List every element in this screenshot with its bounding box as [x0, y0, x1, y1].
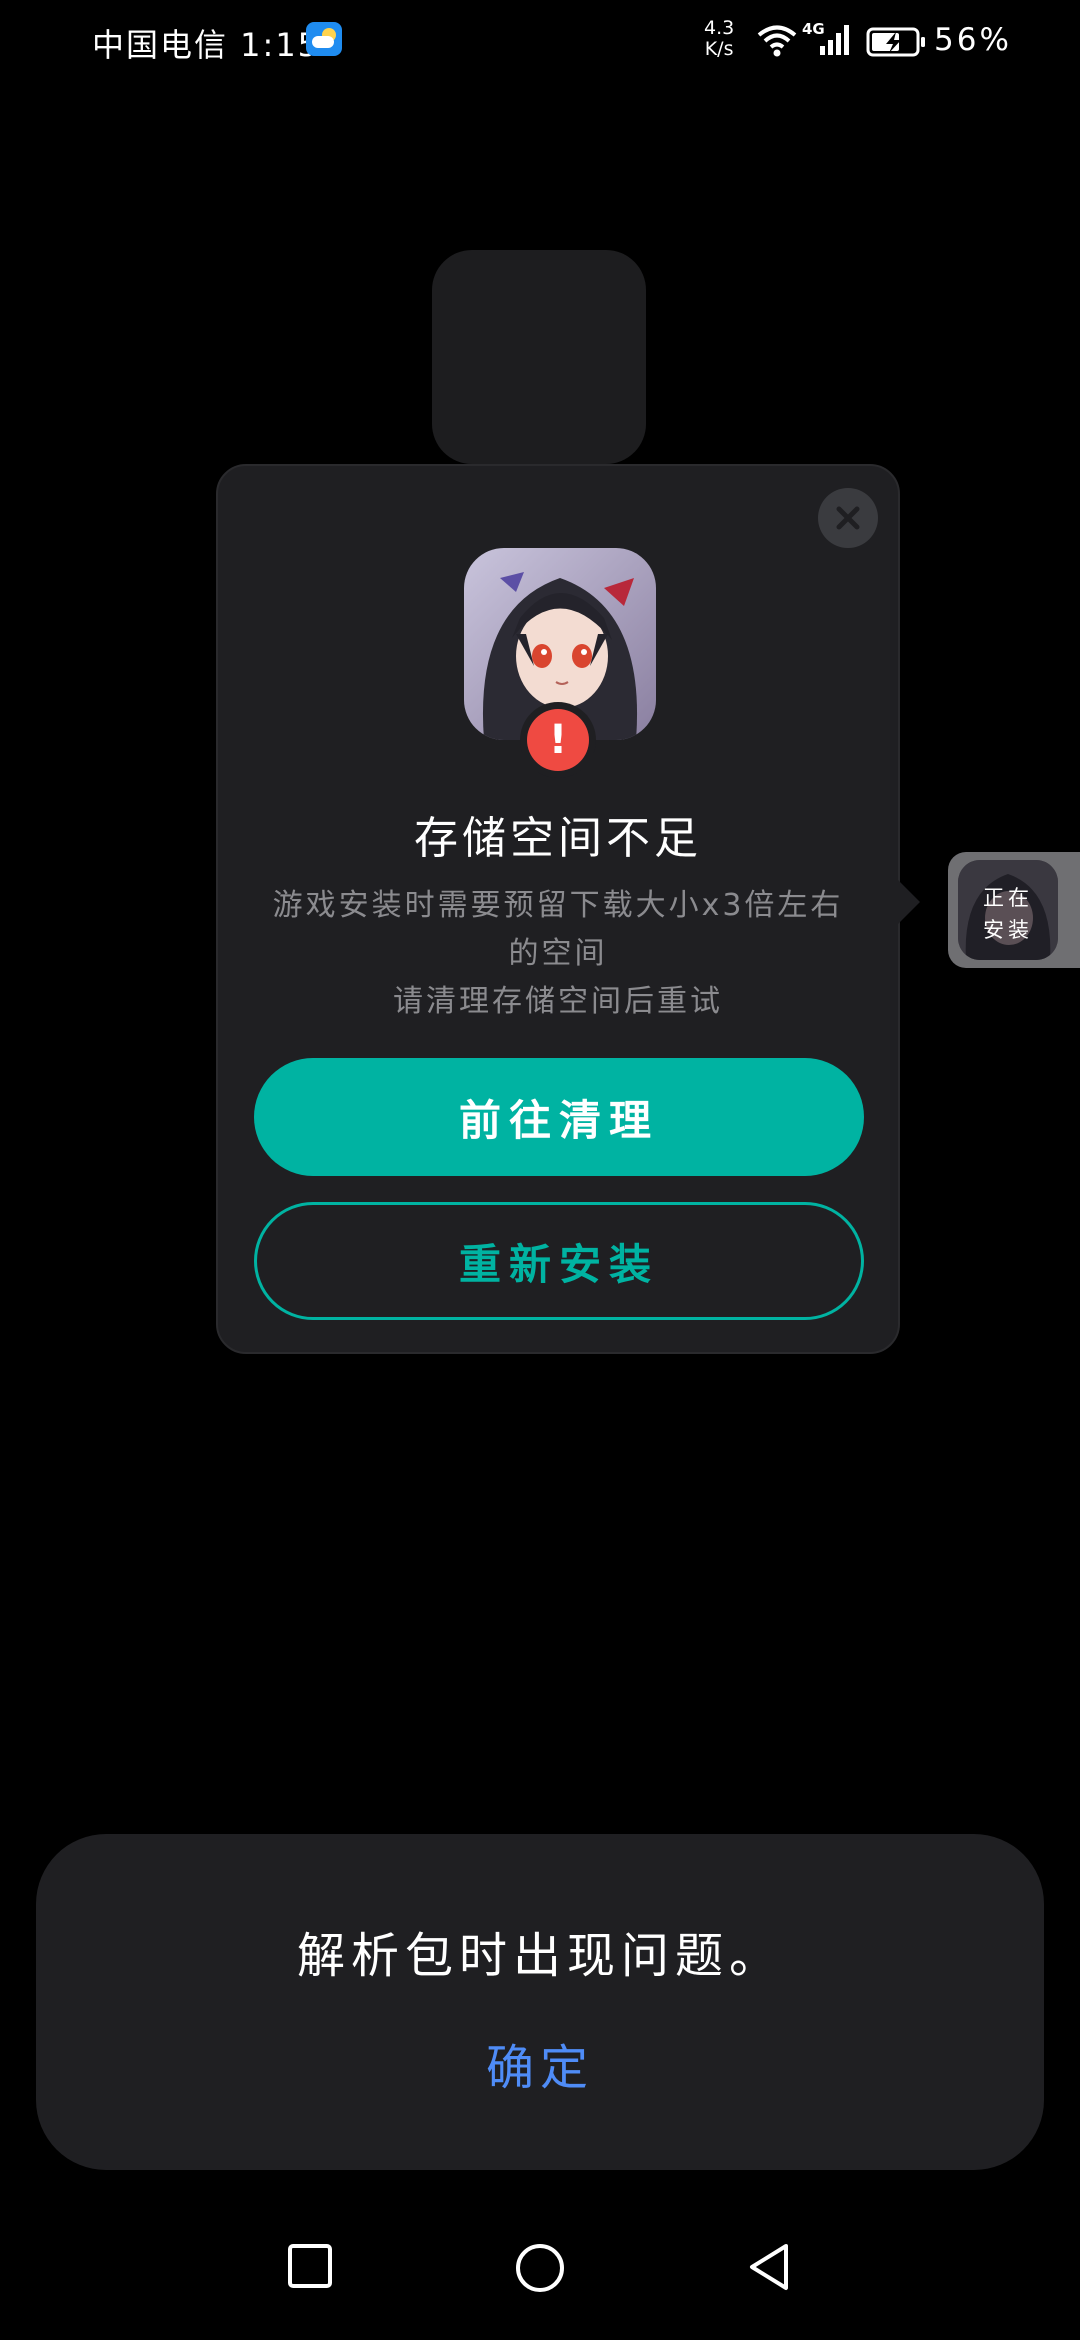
close-icon	[836, 506, 860, 530]
installing-label-line1: 正在	[983, 886, 1033, 910]
recent-apps-icon[interactable]	[286, 2242, 334, 2290]
home-icon[interactable]	[514, 2242, 566, 2294]
signal-icon	[820, 25, 849, 55]
network-speed: 4.3 K/s	[704, 18, 734, 60]
dialog-title: 存储空间不足	[414, 813, 702, 864]
storage-insufficient-dialog: ! 存储空间不足 游戏安装时需要预留下载大小x3倍左右的空间 请清理存储空间后重…	[216, 464, 900, 1354]
confirm-button[interactable]: 确定	[440, 2028, 640, 2108]
dialog-description-line2: 请清理存储空间后重试	[393, 984, 723, 1019]
back-icon[interactable]	[746, 2242, 792, 2292]
dialog-pointer	[898, 880, 920, 924]
network-speed-unit: K/s	[704, 38, 734, 60]
dialog-description-line1: 游戏安装时需要预留下载大小x3倍左右的空间	[272, 888, 844, 971]
warning-badge: !	[520, 702, 596, 778]
wifi-icon	[757, 25, 797, 57]
reinstall-button[interactable]: 重新安装	[254, 1202, 864, 1320]
carrier-time: 中国电信 1:15	[92, 26, 321, 64]
parse-error-message: 解析包时出现问题。	[296, 1928, 783, 1984]
installing-app-thumbnail: 正在 安装	[958, 860, 1058, 960]
status-bar: 中国电信 1:15 4.3 K/s 4G 56%	[0, 0, 1080, 84]
network-speed-value: 4.3	[704, 17, 735, 39]
installing-label-line2: 安装	[983, 918, 1033, 942]
installing-floating-widget[interactable]: 正在 安装	[948, 852, 1080, 968]
background-app-tile	[432, 250, 646, 464]
parse-error-sheet: 解析包时出现问题。 确定	[36, 1834, 1044, 2170]
dialog-description: 游戏安装时需要预留下载大小x3倍左右的空间 请清理存储空间后重试	[258, 882, 858, 1026]
battery-charging-icon	[866, 27, 925, 57]
installing-label: 正在 安装	[958, 882, 1058, 946]
go-clean-button[interactable]: 前往清理	[254, 1058, 864, 1176]
weather-icon	[306, 22, 342, 56]
warning-icon: !	[527, 709, 589, 771]
battery-percent: 56%	[934, 22, 1012, 58]
close-button[interactable]	[818, 488, 878, 548]
